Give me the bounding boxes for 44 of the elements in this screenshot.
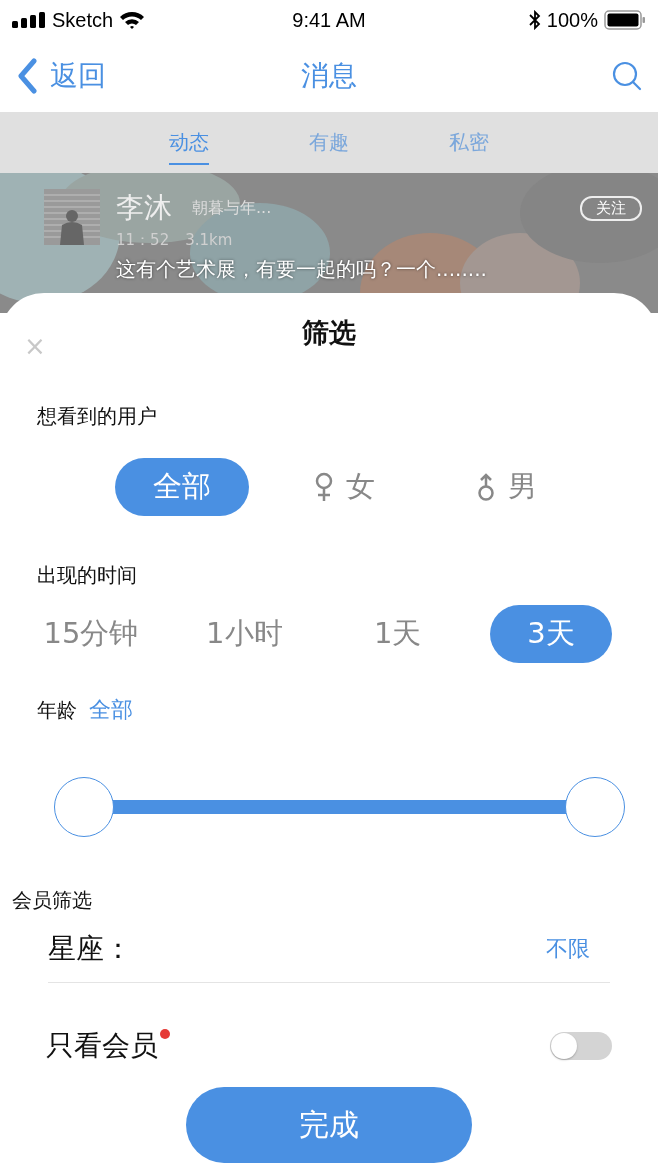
section-label: 年龄 <box>37 697 77 724</box>
user-option[interactable]: 全部 <box>115 458 249 516</box>
battery-icon <box>604 10 646 30</box>
age-value: 全部 <box>89 696 133 724</box>
bluetooth-icon <box>528 10 541 30</box>
zodiac-value[interactable]: 不限 <box>546 934 590 964</box>
close-button[interactable]: × <box>24 333 46 359</box>
wifi-icon <box>119 11 146 29</box>
done-button[interactable]: 完成 <box>186 1087 472 1163</box>
member-only-toggle[interactable] <box>550 1032 612 1060</box>
slider-thumb[interactable] <box>54 777 114 837</box>
clock-time: 9:41 AM <box>292 8 366 32</box>
chevron-left-icon <box>16 58 38 94</box>
time-option[interactable]: 1天 <box>336 605 459 663</box>
female-icon <box>313 472 334 502</box>
male-icon <box>475 472 496 502</box>
user-name: 李沐 <box>116 190 172 226</box>
time-option[interactable]: 1小时 <box>183 605 306 663</box>
tab[interactable]: 私密 <box>449 120 489 165</box>
zodiac-label: 星座： <box>48 931 132 967</box>
user-option[interactable]: 女 <box>277 458 411 516</box>
section-label: 想看到的用户 <box>36 403 158 430</box>
tab[interactable]: 动态 <box>169 120 209 165</box>
user-option[interactable]: 男 <box>439 458 573 516</box>
battery-percent: 100% <box>546 8 598 32</box>
section-label: 出现的时间 <box>36 562 138 589</box>
search-icon[interactable] <box>612 61 642 91</box>
tab[interactable]: 有趣 <box>309 120 349 165</box>
post-time: 11：52 <box>116 231 170 250</box>
time-option[interactable]: 3天 <box>490 605 612 663</box>
signal-icon <box>12 12 46 28</box>
section-label: 会员筛选 <box>11 887 93 914</box>
page-title: 消息 <box>301 58 357 94</box>
user-subtitle: 朝暮与年... <box>192 197 273 219</box>
post-distance: 3.1km <box>185 231 233 250</box>
slider-thumb[interactable] <box>565 777 625 837</box>
sheet-title: 筛选 <box>302 316 356 350</box>
back-button[interactable]: 返回 <box>16 57 106 95</box>
avatar-image <box>44 189 100 245</box>
member-only-label: 只看会员 <box>46 1029 158 1062</box>
time-option[interactable]: 15分钟 <box>30 605 152 663</box>
follow-button[interactable]: 关注 <box>580 195 642 221</box>
carrier-label: Sketch <box>52 8 114 32</box>
post-text: 这有个艺术展，有要一起的吗？一个........ <box>116 256 488 283</box>
